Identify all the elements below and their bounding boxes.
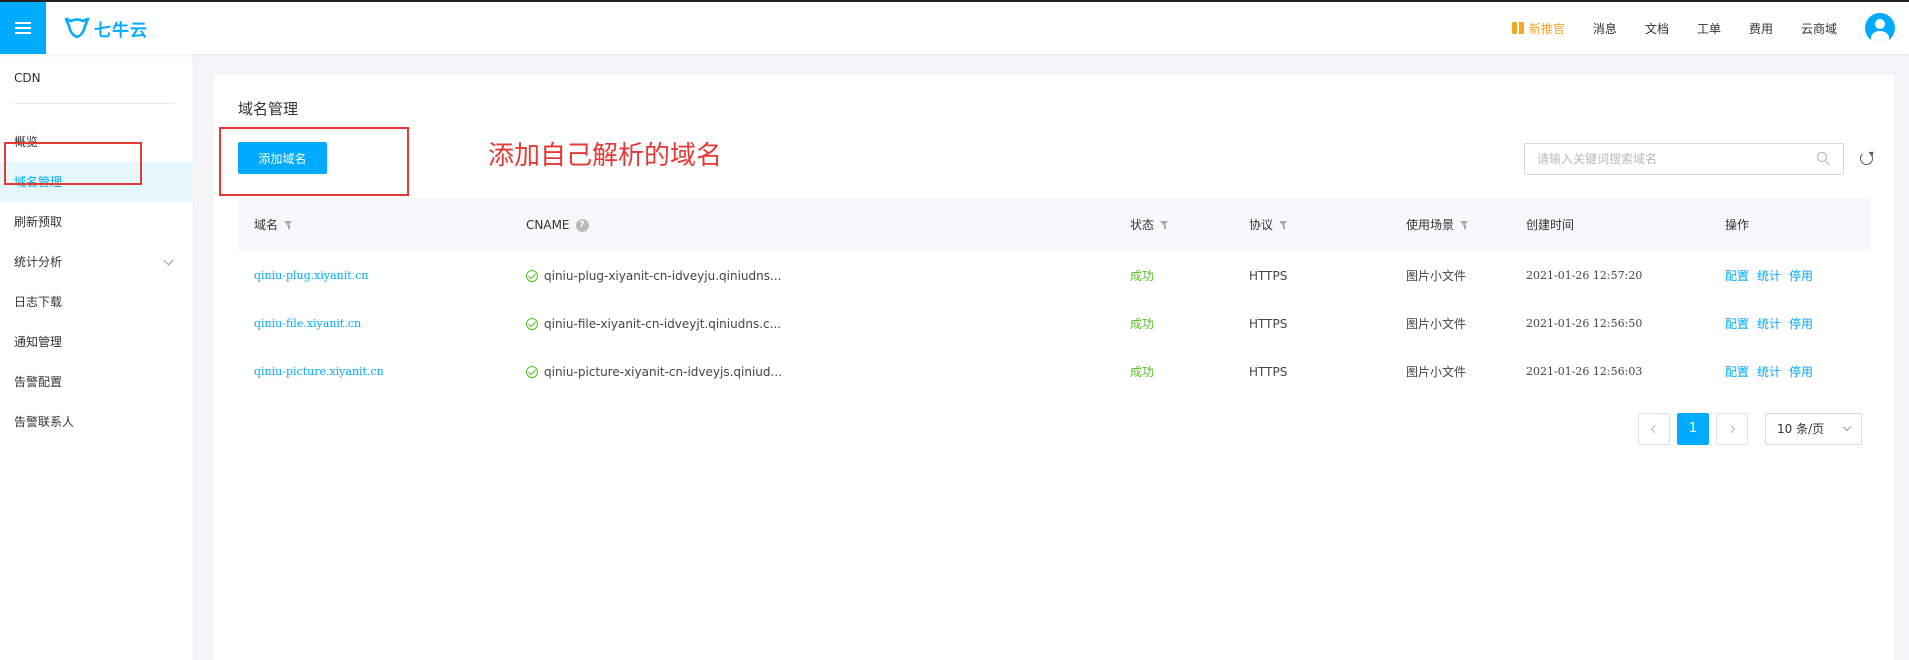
search-icon[interactable] bbox=[1817, 152, 1827, 162]
user-avatar[interactable] bbox=[1865, 13, 1895, 43]
qiniu-logo-icon bbox=[64, 17, 90, 39]
sidebar: CDN 概览 域名管理 刷新预取 统计分析 日志下载 通知管理 告警配置 告警联… bbox=[0, 54, 194, 660]
page-title: 域名管理 bbox=[238, 100, 299, 118]
protocol-cell: HTTPS bbox=[1249, 269, 1288, 283]
chevron-left-icon bbox=[1650, 424, 1660, 434]
nav-billing[interactable]: 费用 bbox=[1749, 20, 1773, 37]
check-circle-icon bbox=[526, 366, 538, 378]
sidebar-item-statistics[interactable]: 统计分析 bbox=[0, 242, 194, 282]
row-actions: 配置 统计 停用 bbox=[1725, 300, 1813, 348]
logo[interactable]: 七牛云 bbox=[64, 15, 148, 41]
domain-search-input[interactable] bbox=[1524, 143, 1844, 175]
statistics-link[interactable]: 统计 bbox=[1757, 252, 1781, 300]
nav-docs[interactable]: 文档 bbox=[1645, 20, 1669, 37]
hamburger-menu-button[interactable] bbox=[0, 2, 46, 54]
col-created: 创建时间 bbox=[1526, 218, 1575, 232]
domain-table: 域名 CNAME ? 状态 协议 使用场景 创建时间 操作 qiniu-plug… bbox=[238, 198, 1870, 396]
page-size-select[interactable]: 10 条/页 bbox=[1765, 413, 1862, 445]
created-cell: 2021-01-26 12:56:03 bbox=[1526, 365, 1643, 378]
sidebar-item-alert-contacts[interactable]: 告警联系人 bbox=[0, 402, 194, 442]
nav-tickets[interactable]: 工单 bbox=[1697, 20, 1721, 37]
new-user-link[interactable]: 新推官 bbox=[1511, 20, 1565, 37]
refresh-icon[interactable] bbox=[1860, 152, 1873, 165]
disable-link[interactable]: 停用 bbox=[1789, 300, 1813, 348]
sidebar-item-domain-management[interactable]: 域名管理 bbox=[0, 162, 194, 202]
scene-cell: 图片小文件 bbox=[1406, 365, 1467, 379]
cname-cell: qiniu-picture-xiyanit-cn-idveyjs.qiniud.… bbox=[526, 348, 782, 396]
table-header: 域名 CNAME ? 状态 协议 使用场景 创建时间 操作 bbox=[238, 198, 1870, 252]
configure-link[interactable]: 配置 bbox=[1725, 252, 1749, 300]
nav-messages[interactable]: 消息 bbox=[1593, 20, 1617, 37]
statistics-link[interactable]: 统计 bbox=[1757, 348, 1781, 396]
gift-icon bbox=[1511, 22, 1524, 34]
table-row: qiniu-plug.xiyanit.cn qiniu-plug-xiyanit… bbox=[238, 252, 1870, 300]
annotation-text: 添加自己解析的域名 bbox=[488, 141, 723, 171]
status-badge: 成功 bbox=[1130, 365, 1155, 379]
sidebar-item-refresh-prefetch[interactable]: 刷新预取 bbox=[0, 202, 194, 242]
filter-icon[interactable] bbox=[1279, 221, 1288, 229]
table-row: qiniu-picture.xiyanit.cn qiniu-picture-x… bbox=[238, 348, 1870, 396]
pagination: 1 10 条/页 bbox=[214, 413, 1894, 445]
prev-page-button[interactable] bbox=[1638, 413, 1670, 445]
statistics-link[interactable]: 统计 bbox=[1757, 300, 1781, 348]
status-badge: 成功 bbox=[1130, 317, 1155, 331]
domain-link[interactable]: qiniu-plug.xiyanit.cn bbox=[254, 252, 368, 300]
sidebar-item-alert-config[interactable]: 告警配置 bbox=[0, 362, 194, 402]
sidebar-item-label: 统计分析 bbox=[14, 255, 63, 269]
nav-marketplace[interactable]: 云商域 bbox=[1801, 20, 1837, 37]
page-current[interactable]: 1 bbox=[1677, 413, 1709, 445]
main-panel: 域名管理 添加域名 添加自己解析的域名 域名 CNAME ? 状态 协议 bbox=[214, 75, 1894, 660]
chevron-right-icon bbox=[1726, 424, 1736, 434]
check-circle-icon bbox=[526, 318, 538, 330]
new-user-label: 新推官 bbox=[1528, 21, 1565, 36]
scene-cell: 图片小文件 bbox=[1406, 269, 1467, 283]
cname-cell: qiniu-plug-xiyanit-cn-idveyju.qiniudns..… bbox=[526, 252, 781, 300]
sidebar-divider bbox=[14, 103, 174, 104]
domain-link[interactable]: qiniu-file.xiyanit.cn bbox=[254, 300, 361, 348]
check-circle-icon bbox=[526, 270, 538, 282]
chevron-down-icon bbox=[1842, 422, 1852, 432]
menu-icon bbox=[15, 22, 31, 24]
scene-cell: 图片小文件 bbox=[1406, 317, 1467, 331]
sidebar-title: CDN bbox=[14, 71, 41, 85]
col-status: 状态 bbox=[1130, 198, 1169, 252]
disable-link[interactable]: 停用 bbox=[1789, 348, 1813, 396]
table-row: qiniu-file.xiyanit.cn qiniu-file-xiyanit… bbox=[238, 300, 1870, 348]
disable-link[interactable]: 停用 bbox=[1789, 252, 1813, 300]
protocol-cell: HTTPS bbox=[1249, 365, 1288, 379]
cname-cell: qiniu-file-xiyanit-cn-idveyjt.qiniudns.c… bbox=[526, 300, 781, 348]
configure-link[interactable]: 配置 bbox=[1725, 348, 1749, 396]
col-protocol: 协议 bbox=[1249, 198, 1288, 252]
header-nav: 新推官 消息 文档 工单 费用 云商域 bbox=[1511, 2, 1909, 54]
col-scene: 使用场景 bbox=[1406, 198, 1469, 252]
help-icon[interactable]: ? bbox=[575, 218, 589, 232]
protocol-cell: HTTPS bbox=[1249, 317, 1288, 331]
sidebar-item-notification[interactable]: 通知管理 bbox=[0, 322, 194, 362]
col-domain: 域名 bbox=[254, 198, 293, 252]
top-header: 七牛云 新推官 消息 文档 工单 费用 云商域 bbox=[0, 2, 1909, 54]
chevron-down-icon bbox=[163, 255, 174, 266]
col-cname: CNAME ? bbox=[526, 198, 589, 252]
next-page-button[interactable] bbox=[1716, 413, 1748, 445]
logo-text: 七牛云 bbox=[94, 20, 148, 41]
add-domain-button[interactable]: 添加域名 bbox=[238, 142, 327, 174]
status-badge: 成功 bbox=[1130, 269, 1155, 283]
col-actions: 操作 bbox=[1725, 218, 1750, 232]
row-actions: 配置 统计 停用 bbox=[1725, 252, 1813, 300]
created-cell: 2021-01-26 12:57:20 bbox=[1526, 269, 1643, 282]
row-actions: 配置 统计 停用 bbox=[1725, 348, 1813, 396]
domain-link[interactable]: qiniu-picture.xiyanit.cn bbox=[254, 348, 384, 396]
created-cell: 2021-01-26 12:56:50 bbox=[1526, 317, 1643, 330]
filter-icon[interactable] bbox=[1160, 221, 1169, 229]
filter-icon[interactable] bbox=[284, 221, 293, 229]
sidebar-item-log-download[interactable]: 日志下载 bbox=[0, 282, 194, 322]
sidebar-item-overview[interactable]: 概览 bbox=[0, 122, 194, 162]
configure-link[interactable]: 配置 bbox=[1725, 300, 1749, 348]
filter-icon[interactable] bbox=[1460, 221, 1469, 229]
